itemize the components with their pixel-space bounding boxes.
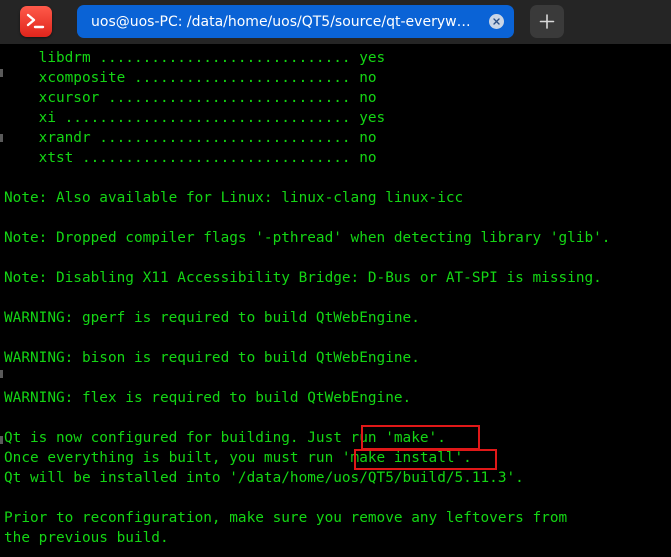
terminal-line: WARNING: flex is required to build QtWeb… <box>4 390 412 406</box>
terminal-line: Note: Dropped compiler flags '-pthread' … <box>4 230 611 246</box>
terminal-line: the previous build. <box>4 530 169 546</box>
terminal-line: WARNING: gperf is required to build QtWe… <box>4 310 420 326</box>
highlight-make-install-box <box>354 449 497 470</box>
terminal-line: xi ................................. yes <box>4 110 386 126</box>
plus-icon <box>539 14 555 29</box>
window-edge-mark <box>0 370 3 378</box>
terminal-line: libdrm ............................. yes <box>4 50 386 66</box>
new-tab-button[interactable] <box>530 5 564 38</box>
terminal-line: Note: Disabling X11 Accessibility Bridge… <box>4 270 602 286</box>
highlight-make-box <box>361 425 480 450</box>
terminal-window: uos@uos-PC: /data/home/uos/QT5/source/qt… <box>0 0 671 557</box>
terminal-line: xcomposite ......................... no <box>4 70 377 86</box>
window-edge-mark <box>0 134 3 142</box>
terminal-line: WARNING: bison is required to build QtWe… <box>4 350 420 366</box>
close-icon[interactable] <box>489 14 504 29</box>
window-edge-mark <box>0 69 3 77</box>
terminal-line: xcursor ............................ no <box>4 90 377 106</box>
tab-title: uos@uos-PC: /data/home/uos/QT5/source/qt… <box>91 14 479 30</box>
terminal-line: Note: Also available for Linux: linux-cl… <box>4 190 464 206</box>
terminal-icon[interactable] <box>20 6 52 37</box>
terminal-line: xrandr ............................. no <box>4 130 377 146</box>
tab-active[interactable]: uos@uos-PC: /data/home/uos/QT5/source/qt… <box>77 5 514 38</box>
title-bar: uos@uos-PC: /data/home/uos/QT5/source/qt… <box>0 0 671 44</box>
window-edge-mark <box>0 436 3 444</box>
terminal-output[interactable]: libdrm ............................. yes… <box>0 44 671 557</box>
terminal-line: Qt will be installed into '/data/home/uo… <box>4 470 524 486</box>
terminal-line: Prior to reconfiguration, make sure you … <box>4 510 568 526</box>
terminal-line: xtst ............................... no <box>4 150 377 166</box>
